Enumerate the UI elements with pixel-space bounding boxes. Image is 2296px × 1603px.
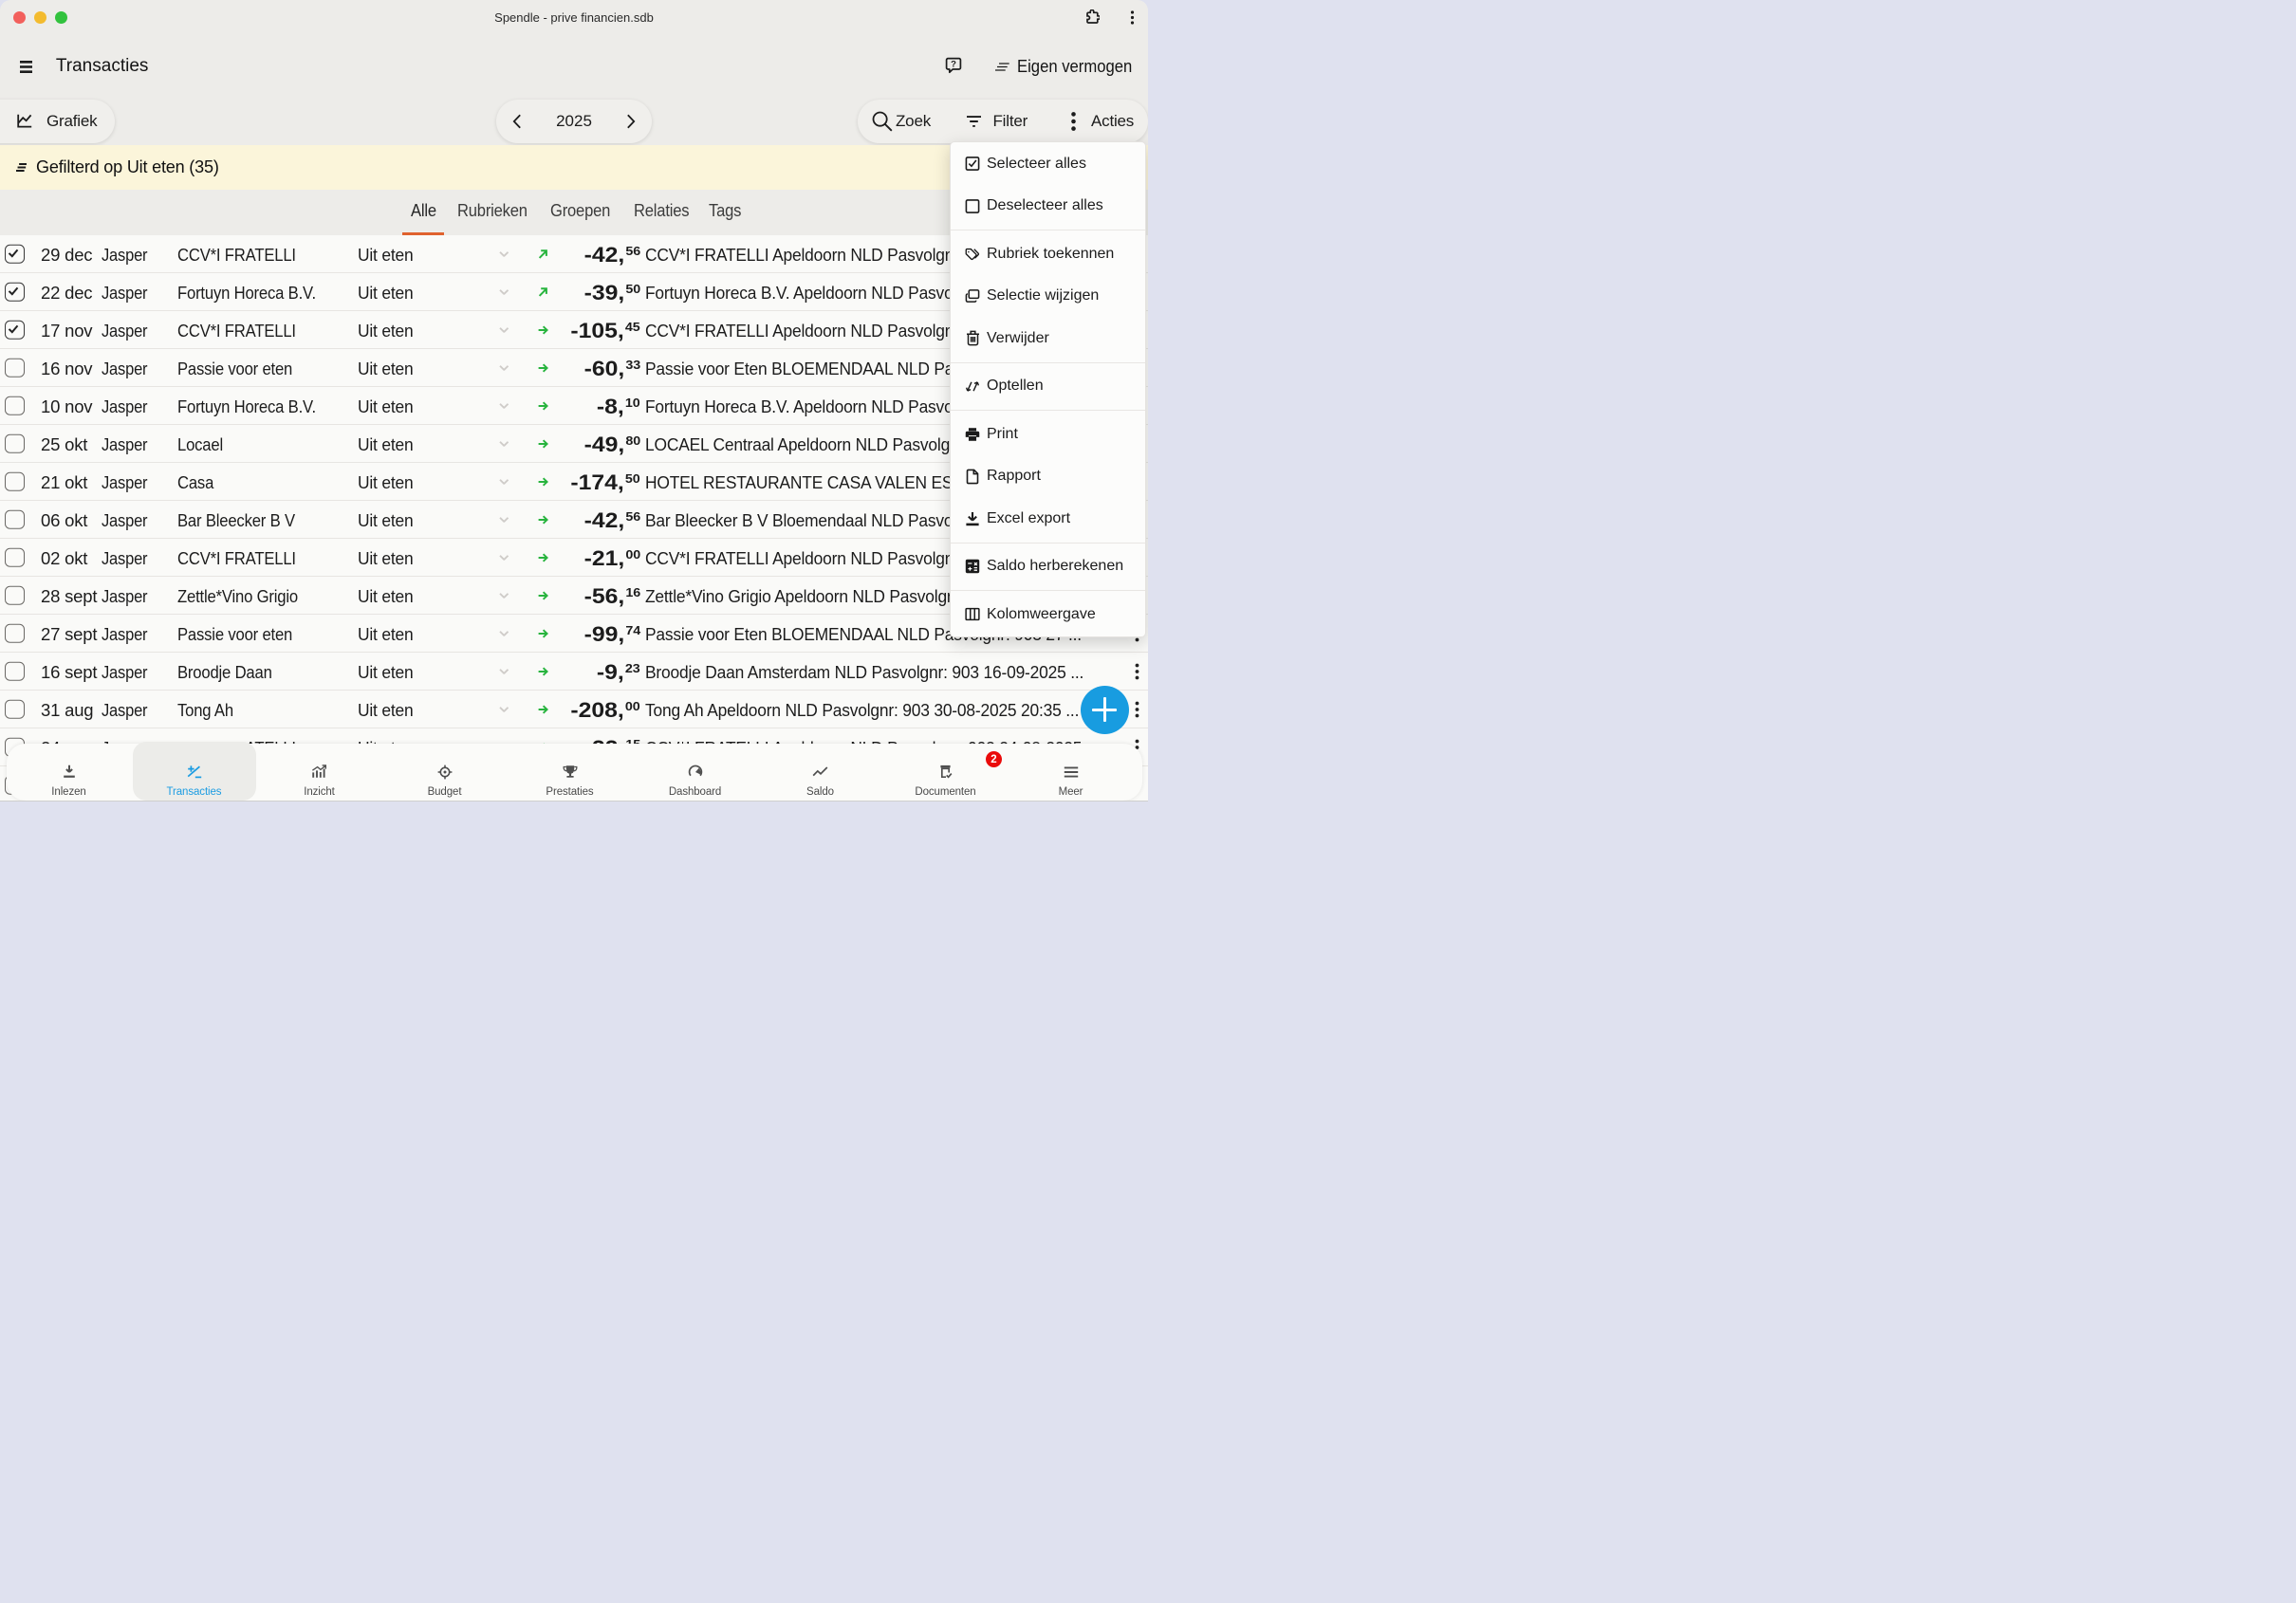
svg-text:?: ? [951, 59, 956, 69]
